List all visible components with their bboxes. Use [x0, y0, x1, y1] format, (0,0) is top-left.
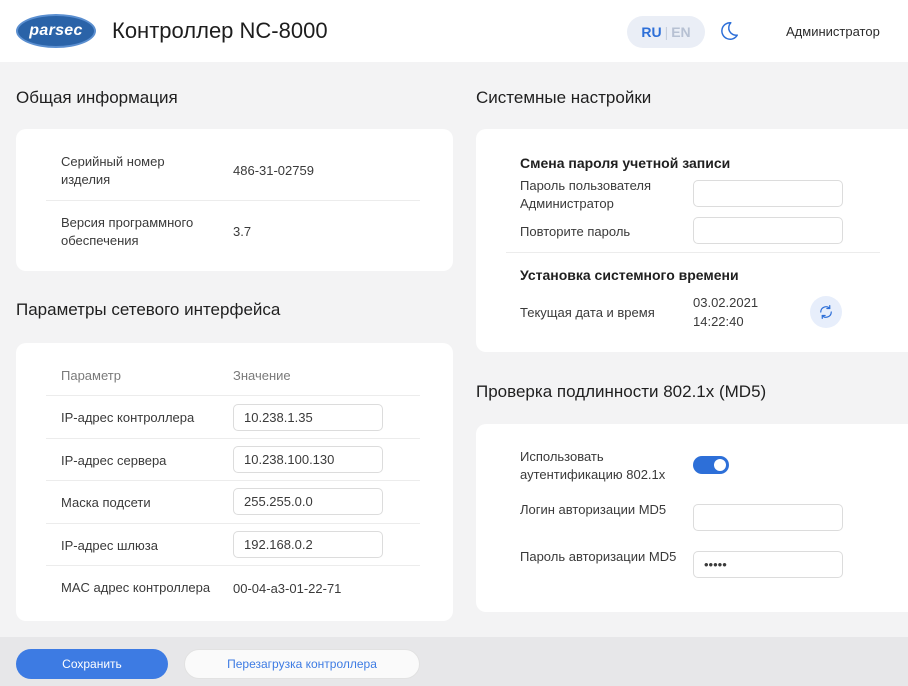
use-auth-toggle[interactable] — [693, 456, 729, 474]
user-password-label: Пароль пользователя Администратор — [520, 178, 652, 211]
gateway-input[interactable] — [233, 531, 383, 558]
divider — [46, 480, 420, 481]
value-column-header: Значение — [233, 368, 291, 383]
auth-card: Использовать аутентификацию 802.1x Логин… — [476, 424, 908, 612]
mac-label: MAC адрес контроллера — [61, 580, 211, 595]
subnet-mask-input[interactable] — [233, 488, 383, 515]
password-change-title: Смена пароля учетной записи — [520, 155, 731, 171]
general-info-title: Общая информация — [16, 88, 178, 107]
parsec-logo[interactable]: parsec — [16, 14, 96, 48]
date-value: 03.02.2021 — [693, 295, 759, 310]
user-password-input[interactable] — [693, 180, 843, 207]
network-card: Параметр Значение IP-адрес контроллера I… — [16, 343, 453, 621]
logo-text: parsec — [29, 22, 83, 39]
divider — [46, 565, 420, 566]
time-value: 14:22:40 — [693, 314, 744, 329]
lang-en-button[interactable]: EN — [668, 24, 693, 40]
system-time-title: Установка системного времени — [520, 267, 739, 283]
save-button[interactable]: Сохранить — [16, 649, 168, 679]
dark-mode-toggle[interactable] — [712, 14, 746, 48]
use-auth-label: Использовать аутентификацию 802.1x — [520, 449, 666, 482]
datetime-label: Текущая дата и время — [520, 305, 655, 320]
footer-bar: Сохранить Перезагрузка контроллера — [0, 637, 908, 686]
system-settings-title: Системные настройки — [476, 88, 652, 107]
app-header: parsec Контроллер NC-8000 RU | EN Админи… — [0, 0, 908, 62]
toggle-knob — [714, 459, 726, 471]
ip-controller-label: IP-адрес контроллера — [61, 410, 195, 425]
divider — [46, 395, 420, 396]
refresh-icon — [820, 305, 832, 319]
ip-server-input[interactable] — [233, 446, 383, 473]
md5-password-label: Пароль авторизации MD5 — [520, 549, 677, 564]
divider — [46, 200, 420, 201]
repeat-password-input[interactable] — [693, 217, 843, 244]
divider — [46, 438, 420, 439]
subnet-mask-label: Маска подсети — [61, 495, 151, 510]
auth-title: Проверка подлинности 802.1x (MD5) — [476, 382, 767, 401]
divider — [506, 252, 880, 253]
firmware-value: 3.7 — [233, 224, 252, 239]
repeat-password-label: Повторите пароль — [520, 224, 631, 239]
md5-login-input[interactable] — [693, 504, 843, 531]
md5-login-label: Логин авторизации MD5 — [520, 502, 667, 517]
general-info-card: Серийный номер изделия 486-31-02759 Верс… — [16, 129, 453, 271]
md5-password-input[interactable] — [693, 551, 843, 578]
lang-ru-button[interactable]: RU — [638, 24, 664, 40]
ip-controller-input[interactable] — [233, 404, 383, 431]
language-switcher: RU | EN — [627, 16, 705, 48]
system-settings-card: Смена пароля учетной записи Пароль польз… — [476, 129, 908, 352]
serial-label: Серийный номер изделия — [61, 154, 165, 187]
network-title: Параметры сетевого интерфейса — [16, 300, 281, 319]
page-title: Контроллер NC-8000 — [112, 18, 328, 43]
firmware-label: Версия программного обеспечения — [61, 215, 194, 248]
serial-value: 486-31-02759 — [233, 163, 314, 178]
reboot-controller-button[interactable]: Перезагрузка контроллера — [184, 649, 420, 679]
user-menu[interactable]: Администратор — [786, 24, 880, 39]
ip-server-label: IP-адрес сервера — [61, 453, 167, 468]
refresh-time-button[interactable] — [810, 296, 842, 328]
divider — [46, 523, 420, 524]
param-column-header: Параметр — [61, 368, 121, 383]
moon-icon — [721, 22, 738, 40]
gateway-label: IP-адрес шлюза — [61, 538, 158, 553]
mac-value: 00-04-a3-01-22-71 — [233, 581, 342, 596]
